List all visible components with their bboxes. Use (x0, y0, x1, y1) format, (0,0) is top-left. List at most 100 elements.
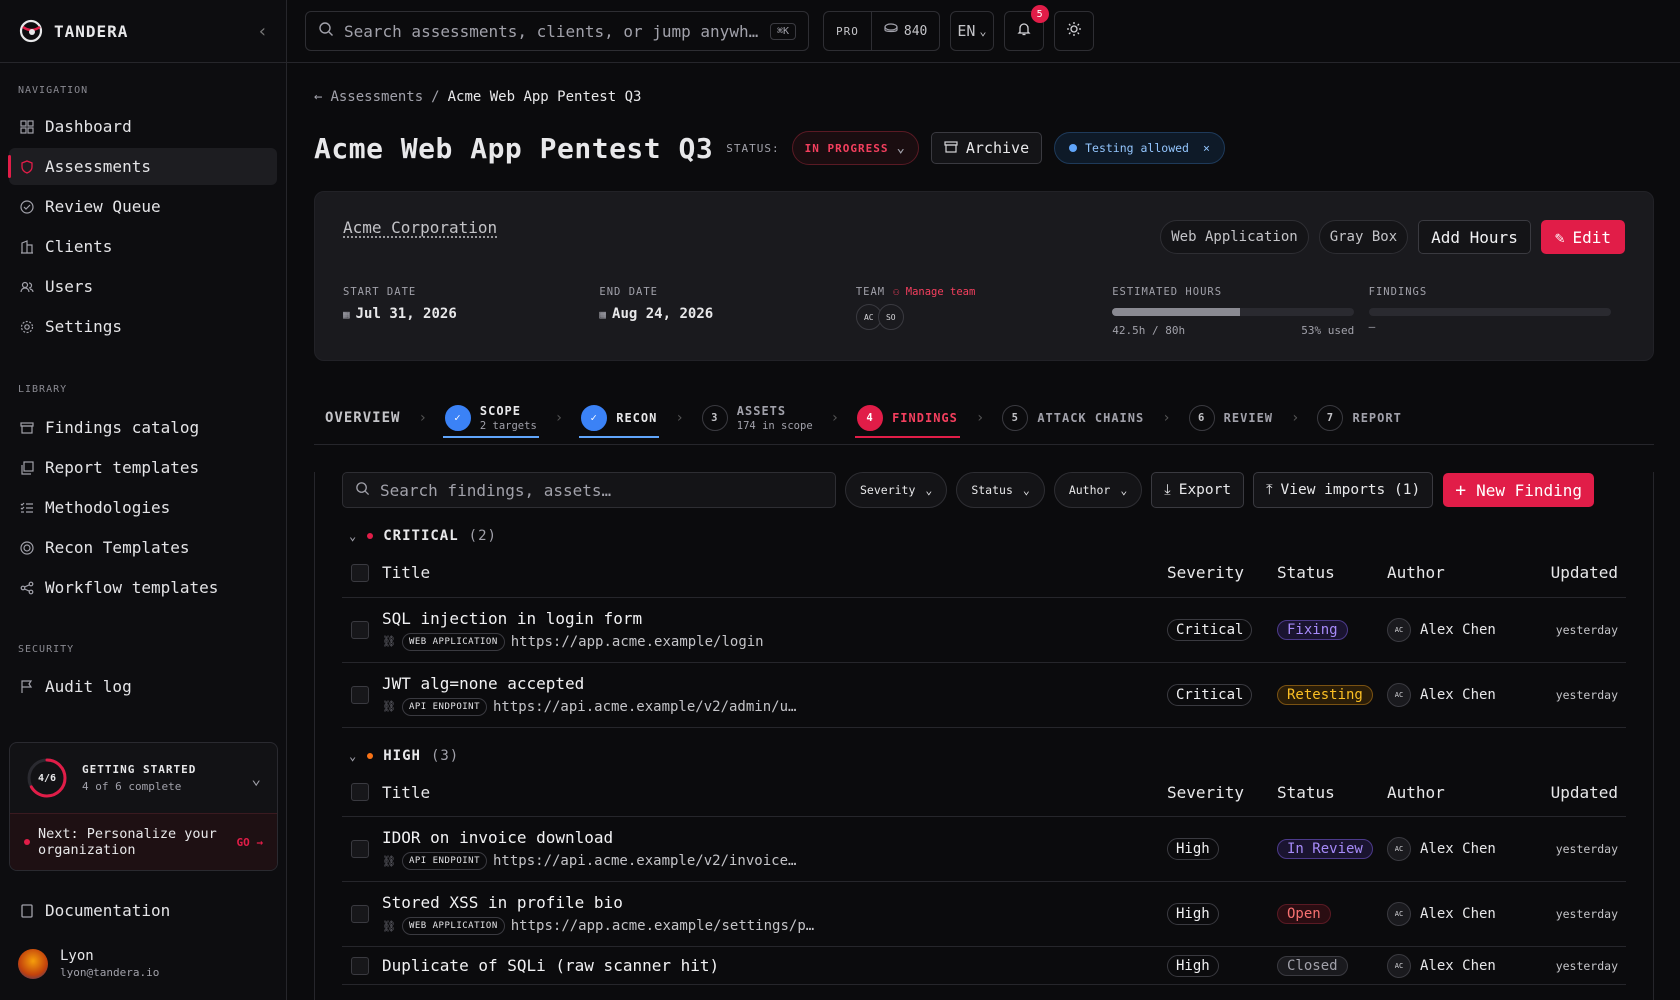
table-row[interactable]: SQL injection in login form ⛓ WEB APPLICAT… (342, 597, 1626, 663)
table-row[interactable]: JWT alg=none accepted ⛓ API ENDPOINT https:… (342, 662, 1626, 728)
getting-started-card[interactable]: 4/6 GETTING STARTED 4 of 6 complete ⌄ Ne… (9, 742, 278, 871)
finding-title[interactable]: JWT alg=none accepted (382, 674, 1167, 693)
sidebar-item-clients[interactable]: Clients (9, 228, 277, 265)
col-title[interactable]: Title (382, 768, 1167, 817)
step-attack-chains[interactable]: 5 ATTACK CHAINS (1000, 391, 1146, 444)
author: AC Alex Chen (1387, 617, 1537, 642)
chevron-down-icon[interactable]: ⌄ (251, 769, 261, 788)
sidebar-item-settings[interactable]: Settings (9, 308, 277, 345)
col-title[interactable]: Title (382, 549, 1167, 598)
group-header-high[interactable]: ⌄ HIGH (3) (342, 743, 1626, 769)
user-profile[interactable]: Lyon lyon@tandera.io (18, 948, 159, 979)
library-item-recon-templates[interactable]: Recon Templates (9, 529, 277, 566)
status-filter[interactable]: Status ⌄ (956, 472, 1045, 508)
breadcrumb-parent[interactable]: Assessments (330, 89, 423, 105)
asset-url[interactable]: https://app.acme.example/login (511, 634, 764, 650)
status-value: IN PROGRESS (804, 141, 889, 155)
finding-title[interactable]: SQL injection in login form (382, 609, 1167, 628)
nav-heading: NAVIGATION (18, 85, 89, 96)
sidebar-item-assessments[interactable]: Assessments (8, 148, 277, 185)
collapse-sidebar-icon[interactable]: ‹ (257, 21, 268, 42)
sidebar-item-review-queue[interactable]: Review Queue (9, 188, 277, 225)
language-select[interactable]: EN ⌄ (950, 11, 994, 51)
add-hours-button[interactable]: Add Hours (1418, 220, 1531, 254)
status-cell: Open (1277, 881, 1387, 947)
sidebar-item-users[interactable]: Users (9, 268, 277, 305)
library-item-findings-catalog[interactable]: Findings catalog (9, 409, 277, 446)
select-all-checkbox[interactable] (351, 783, 369, 802)
step-scope[interactable]: ✓ SCOPE 2 targets (442, 391, 539, 444)
step-report[interactable]: 7 REPORT (1315, 391, 1403, 444)
archive-button[interactable]: Archive (930, 132, 1043, 164)
client-link[interactable]: Acme Corporation (343, 218, 497, 237)
link-icon: ⛓ (382, 854, 396, 868)
library-item-methodologies[interactable]: Methodologies (9, 489, 277, 526)
finding-asset: ⛓ WEB APPLICATION https://app.acme.example… (382, 917, 1167, 935)
finding-title[interactable]: IDOR on invoice download (382, 828, 1167, 847)
table-row[interactable]: Stored XSS in profile bio ⛓ WEB APPLICATIO… (342, 881, 1626, 947)
theme-toggle[interactable] (1053, 11, 1094, 51)
chevron-right-icon: › (418, 409, 427, 426)
finding-title[interactable]: Duplicate of SQLi (raw scanner hit) (382, 956, 1167, 975)
asset-url[interactable]: https://app.acme.example/settings/p… (511, 918, 814, 934)
step-assets[interactable]: 3 ASSETS 174 in scope (700, 391, 815, 444)
testing-allowed-pill[interactable]: Testing allowed × (1054, 132, 1225, 164)
col-status[interactable]: Status (1277, 768, 1387, 817)
sidebar-item-dashboard[interactable]: Dashboard (9, 108, 277, 145)
avatar[interactable]: SO (877, 304, 904, 330)
step-review[interactable]: 6 REVIEW (1187, 391, 1275, 444)
step-recon[interactable]: ✓ RECON (579, 391, 660, 444)
step-findings[interactable]: 4 FINDINGS (855, 391, 960, 444)
col-severity[interactable]: Severity (1167, 549, 1277, 598)
documentation-link[interactable]: Documentation (9, 892, 278, 929)
status-select[interactable]: IN PROGRESS ⌄ (791, 131, 919, 165)
edit-button[interactable]: ✎ Edit (1540, 220, 1625, 254)
library-item-workflow-templates[interactable]: Workflow templates (9, 569, 277, 606)
notifications-button[interactable]: 5 (1003, 5, 1049, 51)
back-arrow-icon[interactable]: ← (314, 89, 322, 105)
new-finding-label: New Finding (1476, 480, 1583, 500)
finding-asset: ⛓ WEB APPLICATION https://app.acme.example… (382, 632, 1167, 651)
plan-credits[interactable]: PRO 840 (823, 11, 941, 51)
global-search-input[interactable]: Search assessments, clients, or jump any… (305, 11, 809, 51)
table-row[interactable]: Duplicate of SQLi (raw scanner hit) High C… (342, 946, 1626, 985)
row-checkbox[interactable] (351, 956, 369, 975)
group-header-critical[interactable]: ⌄ CRITICAL (2) (342, 523, 1626, 549)
export-button[interactable]: ⤓ Export (1151, 472, 1245, 508)
brand: TANDERA ‹ (0, 0, 286, 63)
author-filter[interactable]: Author ⌄ (1053, 472, 1143, 508)
close-icon[interactable]: × (1203, 141, 1210, 155)
col-updated[interactable]: Updated (1537, 549, 1626, 598)
manage-team-link[interactable]: ⚇ Manage team (893, 286, 975, 298)
row-checkbox[interactable] (351, 620, 369, 639)
asset-url[interactable]: https://api.acme.example/v2/admin/u… (493, 699, 796, 715)
table-row[interactable]: IDOR on invoice download ⛓ API ENDPOINT htt… (342, 816, 1626, 882)
view-imports-button[interactable]: ⤒ View imports (1) (1253, 472, 1434, 508)
security-nav: Audit log (0, 668, 286, 708)
next-step[interactable]: Next: Personalize your organization GO → (10, 813, 277, 870)
col-status[interactable]: Status (1277, 549, 1387, 598)
finding-title[interactable]: Stored XSS in profile bio (382, 893, 1167, 912)
row-checkbox[interactable] (351, 685, 369, 704)
new-finding-button[interactable]: + New Finding (1443, 473, 1595, 507)
select-all-checkbox[interactable] (351, 563, 369, 582)
row-checkbox[interactable] (351, 840, 369, 858)
col-severity[interactable]: Severity (1167, 768, 1277, 817)
select-all-cell (342, 768, 382, 817)
findings-table: Title Severity Status Author Updated IDOR on … (342, 768, 1626, 985)
row-select-cell (342, 816, 382, 882)
row-checkbox[interactable] (351, 905, 369, 923)
severity-filter[interactable]: Severity ⌄ (845, 472, 948, 508)
col-updated[interactable]: Updated (1537, 768, 1626, 817)
col-author[interactable]: Author (1387, 768, 1537, 817)
step-text: REVIEW (1224, 411, 1273, 425)
library-item-report-templates[interactable]: Report templates (9, 449, 277, 486)
author-name: Alex Chen (1420, 841, 1496, 857)
security-item-audit-log[interactable]: Audit log (9, 668, 277, 705)
col-author[interactable]: Author (1387, 549, 1537, 598)
go-link[interactable]: GO → (237, 836, 264, 849)
findings-search-input[interactable]: Search findings, assets… (342, 472, 836, 508)
asset-url[interactable]: https://api.acme.example/v2/invoice… (493, 853, 796, 869)
avatar (18, 948, 48, 979)
step-overview[interactable]: OVERVIEW (323, 391, 402, 444)
